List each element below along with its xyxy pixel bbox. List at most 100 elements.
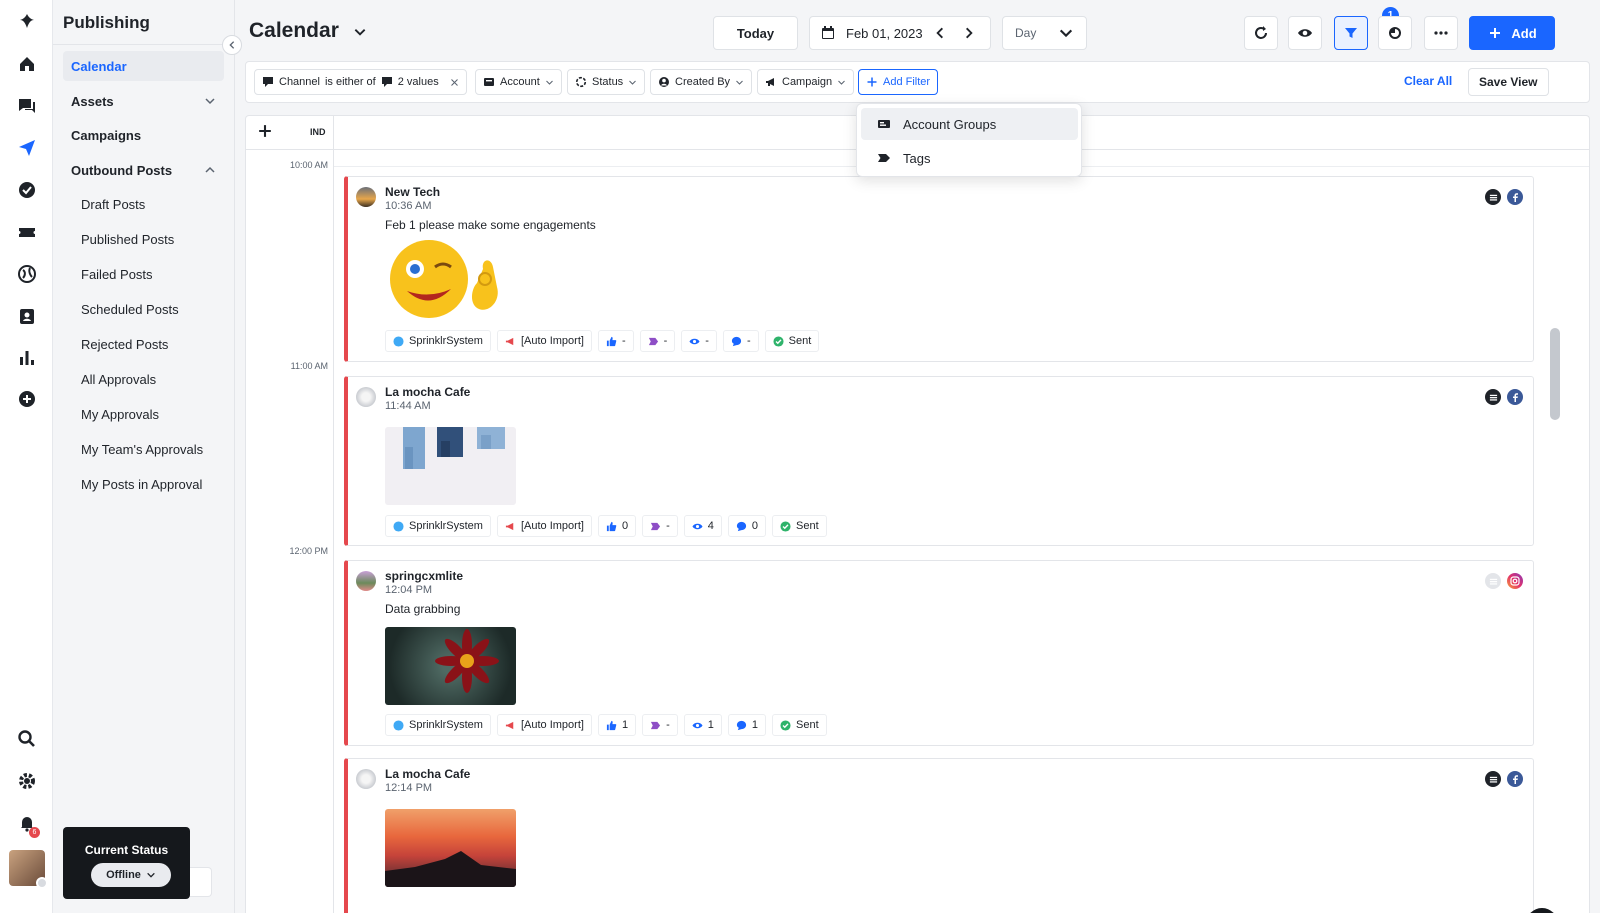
meta-status: Sent — [764, 330, 820, 352]
title-chevron-down-icon[interactable] — [353, 25, 367, 39]
megaphone-icon — [766, 78, 774, 86]
chevron-left-icon — [229, 41, 235, 49]
eye-icon — [692, 722, 703, 728]
status-dropdown[interactable]: Offline — [91, 863, 171, 887]
meta-user: SprinklrSystem — [385, 515, 491, 537]
search-icon[interactable] — [16, 728, 38, 750]
meta-comments: 1 — [727, 714, 766, 736]
megaphone-icon — [505, 337, 514, 345]
plus-icon — [867, 77, 877, 87]
more-options-button[interactable] — [1424, 16, 1458, 50]
chat-icon[interactable] — [16, 95, 38, 117]
sidebar-subitem-my-teams-approvals[interactable]: My Team's Approvals — [73, 436, 203, 462]
dropdown-item-tags[interactable]: Tags — [861, 142, 1078, 174]
status-ring-icon — [575, 76, 587, 88]
add-circle-icon[interactable] — [16, 388, 38, 410]
sidebar-subitem-draft-posts[interactable]: Draft Posts — [73, 191, 145, 217]
meta-tags: - — [642, 515, 678, 537]
post-text: Data grabbing — [385, 602, 461, 616]
facebook-icon — [1507, 189, 1523, 205]
post-card[interactable]: springcxmlite 12:04 PM Data grabbing Spr… — [344, 560, 1534, 746]
add-button[interactable]: Add — [1469, 16, 1555, 50]
filter-chip-label: Created By — [675, 76, 731, 88]
chevron-down-icon — [545, 80, 553, 85]
post-card[interactable]: La mocha Cafe 11:44 AM SprinklrSystem [A… — [344, 376, 1534, 546]
sprinklr-logo-icon[interactable] — [16, 10, 38, 32]
top-bar: Calendar Today Feb 01, 2023 Day 1 — [235, 0, 1600, 60]
filter-bar: Channel is either of 2 values Account St… — [245, 61, 1590, 103]
account-avatar — [356, 187, 376, 207]
sunset-mountain-image-icon — [385, 851, 516, 887]
ticket-icon[interactable] — [16, 221, 38, 243]
add-row-plus-icon[interactable] — [258, 124, 272, 138]
add-filter-button[interactable]: Add Filter — [858, 69, 939, 95]
meta-views-value: 4 — [707, 520, 714, 532]
next-date-chevron-icon[interactable] — [962, 26, 976, 40]
sidebar-subitem-published-posts[interactable]: Published Posts — [73, 226, 174, 252]
meta-tags-value: - — [663, 335, 668, 347]
post-card[interactable]: La mocha Cafe 12:14 PM — [344, 758, 1534, 913]
prev-date-chevron-icon[interactable] — [933, 26, 947, 40]
sidebar-subitem-scheduled-posts[interactable]: Scheduled Posts — [73, 296, 179, 322]
meta-user: SprinklrSystem — [385, 714, 491, 736]
post-text: Feb 1 please make some engagements — [385, 218, 596, 232]
collapse-sidebar-button[interactable] — [222, 35, 242, 55]
dropdown-item-account-groups[interactable]: Account Groups — [861, 108, 1078, 140]
post-card[interactable]: New Tech 10:36 AM Feb 1 please make some… — [344, 176, 1534, 362]
filter-chip-account[interactable]: Account — [475, 69, 562, 95]
filter-field: Channel — [279, 76, 320, 88]
chevron-down-icon — [629, 80, 637, 85]
filter-chip-created-by[interactable]: Created By — [650, 69, 753, 95]
post-account-name: springcxmlite — [385, 569, 464, 583]
calendar-day-view: IND 10:00 AM 11:00 AM 12:00 PM New Tech … — [245, 115, 1590, 913]
filter-chip-campaign[interactable]: Campaign — [757, 69, 855, 95]
megaphone-icon — [505, 721, 514, 729]
meta-user-label: SprinklrSystem — [409, 520, 483, 532]
sidebar-item-outbound-posts[interactable]: Outbound Posts — [63, 155, 224, 185]
save-view-button[interactable]: Save View — [1468, 68, 1549, 96]
account-avatar — [356, 571, 376, 591]
meta-likes: 0 — [597, 515, 637, 537]
filter-chip-channel[interactable]: Channel is either of 2 values — [254, 69, 467, 95]
meta-user: SprinklrSystem — [385, 330, 491, 352]
meta-status-value: Sent — [796, 520, 819, 532]
meta-views: 1 — [683, 714, 722, 736]
view-selector[interactable]: Day — [1002, 16, 1087, 50]
check-circle-icon[interactable] — [16, 179, 38, 201]
sidebar-item-calendar[interactable]: Calendar — [63, 51, 224, 81]
sidebar-subitem-my-approvals[interactable]: My Approvals — [73, 401, 159, 427]
sidebar-subitem-my-posts-in-approval[interactable]: My Posts in Approval — [73, 471, 202, 497]
chevron-down-icon — [736, 80, 743, 85]
post-image-emoji — [385, 239, 516, 319]
preview-eye-button[interactable] — [1288, 16, 1322, 50]
filter-chip-label: Status — [592, 76, 624, 88]
sync-button[interactable] — [1378, 16, 1412, 50]
post-list-icon — [1485, 573, 1501, 589]
filter-chip-status[interactable]: Status — [567, 69, 646, 95]
refresh-button[interactable] — [1244, 16, 1278, 50]
sidebar-subitem-failed-posts[interactable]: Failed Posts — [73, 261, 153, 287]
reports-bar-icon[interactable] — [16, 347, 38, 369]
sidebar-subitem-rejected-posts[interactable]: Rejected Posts — [73, 331, 168, 357]
sidebar-item-label: Outbound Posts — [71, 162, 173, 178]
home-icon[interactable] — [16, 53, 38, 75]
settings-gear-icon[interactable] — [16, 770, 38, 792]
filter-button[interactable] — [1334, 16, 1368, 50]
sidebar-item-campaigns[interactable]: Campaigns — [63, 120, 224, 150]
sidebar-item-assets[interactable]: Assets — [63, 86, 224, 116]
post-time: 12:14 PM — [385, 782, 433, 794]
chevron-down-icon — [205, 98, 215, 105]
post-list-icon — [1485, 189, 1501, 205]
contact-card-icon[interactable] — [16, 305, 38, 327]
clear-all-button[interactable]: Clear All — [1404, 74, 1452, 88]
user-avatar[interactable] — [9, 850, 48, 889]
meta-campaign: [Auto Import] — [496, 515, 592, 537]
calendar-scrollbar[interactable] — [1550, 328, 1560, 420]
globe-icon[interactable] — [16, 263, 38, 285]
post-channel-icons — [1485, 189, 1523, 205]
close-icon[interactable] — [450, 78, 459, 87]
sidebar-subitem-all-approvals[interactable]: All Approvals — [73, 366, 156, 392]
meta-likes-value: 1 — [621, 719, 629, 731]
publishing-send-icon[interactable] — [16, 137, 38, 159]
today-button[interactable]: Today — [713, 16, 798, 50]
